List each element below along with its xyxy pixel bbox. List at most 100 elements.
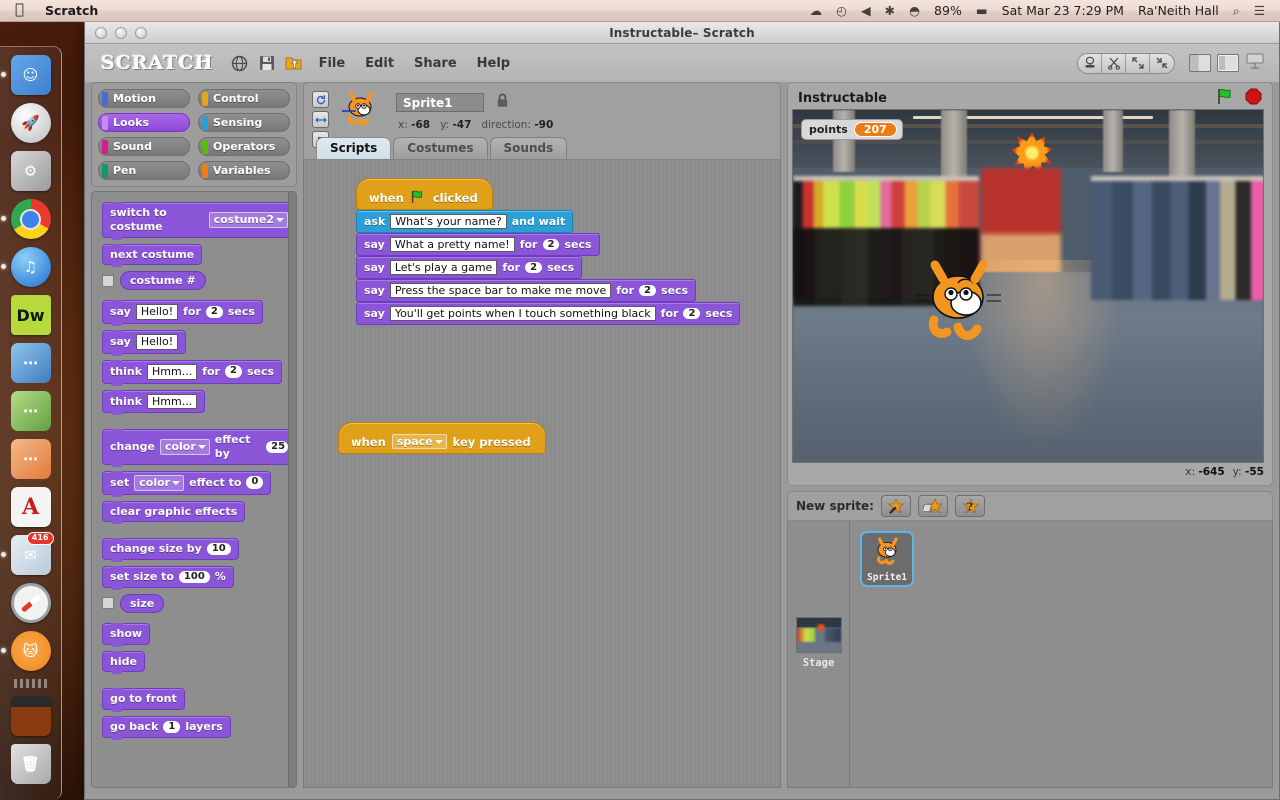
number-input[interactable]: 100 (178, 570, 210, 584)
flip-icon[interactable] (312, 111, 329, 128)
category-variables[interactable]: Variables (198, 161, 290, 180)
dock-item-itunes[interactable]: ♫ (0, 245, 53, 289)
presentation-mode[interactable] (1245, 52, 1265, 74)
menubar-clock[interactable]: Sat Mar 23 7:29 PM (995, 0, 1131, 22)
number-input[interactable]: 2 (225, 365, 242, 378)
category-pen[interactable]: Pen (98, 161, 190, 180)
dropdown-input[interactable]: color (159, 439, 210, 455)
palette-block[interactable]: say Hello! (102, 330, 187, 356)
palette-block[interactable]: go to front (102, 688, 185, 712)
green-flag-script[interactable]: when clicked ask What's your name? and wait s… (356, 178, 741, 325)
tab-sounds[interactable]: Sounds (489, 137, 568, 159)
hat-block[interactable]: when clicked (356, 178, 493, 210)
dock-item-mail[interactable]: ✉ 416 (0, 532, 54, 577)
number-input[interactable]: 1 (163, 720, 181, 734)
script-block[interactable]: ask What's your name? and wait (356, 210, 574, 233)
dock-item-safari[interactable] (9, 581, 53, 625)
text-input[interactable]: What a pretty name! (389, 237, 515, 252)
dropdown-input[interactable]: costume2 (208, 211, 288, 228)
palette-block[interactable]: size (120, 593, 165, 613)
category-control[interactable]: Control (198, 89, 290, 108)
palette-block[interactable]: set size to 100% (102, 566, 234, 590)
globe-icon[interactable] (228, 52, 252, 74)
number-input[interactable]: 2 (542, 239, 560, 250)
number-input[interactable]: 2 (525, 262, 543, 273)
text-input[interactable]: Hello! (135, 334, 179, 350)
dock-item-launchpad[interactable]: 🚀 (9, 101, 53, 145)
palette-block[interactable]: hide (102, 650, 145, 674)
battery-icon[interactable]: ▬ (969, 0, 995, 22)
save-icon[interactable] (255, 52, 279, 74)
open-project-icon[interactable] (282, 52, 306, 74)
text-input[interactable]: Press the space bar to make me move (389, 283, 612, 298)
text-input[interactable]: Hello! (135, 304, 179, 320)
import-sprite-button[interactable] (917, 495, 948, 517)
normal-stage-view[interactable] (1217, 54, 1239, 72)
category-motion[interactable]: Motion (98, 89, 190, 108)
hat-block[interactable]: when space key pressed (338, 422, 546, 454)
script-block[interactable]: say What a pretty name! for 2 secs (356, 233, 600, 256)
scissors-icon[interactable] (1102, 53, 1126, 73)
rotate-icon[interactable] (312, 91, 329, 108)
number-input[interactable]: 25 (266, 440, 288, 454)
green-flag-icon[interactable] (1216, 88, 1236, 109)
grow-icon[interactable] (1126, 53, 1150, 73)
palette-block[interactable]: go back 1 layers (102, 716, 231, 740)
menu-share[interactable]: Share (404, 56, 467, 71)
number-input[interactable]: 2 (205, 305, 223, 319)
stage-selector[interactable]: Stage (788, 521, 850, 787)
sprite-name-input[interactable]: Sprite1 (396, 93, 484, 112)
dock-item-finder[interactable]: ☺ (0, 53, 53, 97)
battery-percent[interactable]: 89% (927, 0, 969, 22)
palette-block[interactable]: clear graphic effects (102, 500, 246, 524)
palette-block[interactable]: say Hello! for 2 secs (102, 300, 263, 326)
lock-icon[interactable] (496, 93, 509, 112)
menubar-app-name[interactable]: Scratch (35, 3, 108, 18)
menu-help[interactable]: Help (467, 56, 520, 71)
dock-item-scratch[interactable]: 🐱 (0, 629, 53, 673)
menu-file[interactable]: File (309, 56, 356, 71)
menu-edit[interactable]: Edit (355, 56, 404, 71)
variable-watcher-points[interactable]: points 207 (801, 119, 903, 140)
window-titlebar[interactable]: Instructable– Scratch (85, 22, 1279, 44)
dock-item-downloads[interactable] (9, 694, 53, 738)
surprise-sprite-button[interactable]: ? (954, 495, 985, 517)
dock-item-excel[interactable]: ⋯ (9, 389, 53, 433)
palette-block[interactable]: switch to costume costume2 (102, 202, 296, 239)
script-block[interactable]: say Let's play a game for 2 secs (356, 256, 583, 279)
palette-block[interactable]: think Hmm... (102, 389, 206, 415)
sprite-tile-sprite1[interactable]: Sprite1 (860, 531, 914, 587)
text-input[interactable]: What's your name? (390, 214, 507, 229)
dropdown-input[interactable]: space (391, 434, 447, 449)
menubar-user-name[interactable]: Ra'Neith Hall (1131, 0, 1226, 22)
dock-item-acrobat[interactable]: A (9, 485, 53, 529)
volume-icon[interactable]: ◀ (854, 0, 878, 22)
watcher-checkbox[interactable] (102, 274, 114, 287)
bluetooth-icon[interactable]: ✱ (878, 0, 902, 22)
dock-item-chrome[interactable] (0, 197, 53, 241)
text-input[interactable]: You'll get points when I touch something… (389, 306, 656, 321)
category-sensing[interactable]: Sensing (198, 113, 290, 132)
paint-new-sprite-button[interactable] (880, 495, 911, 517)
timemachine-icon[interactable]: ◴ (829, 0, 854, 22)
apple-icon[interactable]:  (10, 2, 35, 19)
zoom-button[interactable] (135, 26, 147, 39)
script-block[interactable]: say Press the space bar to make me move fo… (356, 279, 697, 302)
shrink-icon[interactable] (1150, 54, 1174, 73)
category-operators[interactable]: Operators (198, 137, 290, 156)
number-input[interactable]: 10 (206, 542, 231, 556)
text-input[interactable]: Let's play a game (389, 260, 498, 275)
stamp-icon[interactable] (1078, 53, 1102, 73)
dropdown-input[interactable]: color (134, 474, 185, 491)
text-input[interactable]: Hmm... (147, 363, 198, 380)
close-button[interactable] (95, 26, 107, 39)
wifi-icon[interactable]: ◓ (902, 0, 927, 22)
palette-block[interactable]: costume # (120, 271, 206, 291)
palette-block[interactable]: change size by 10 (102, 538, 239, 562)
script-block[interactable]: say You'll get points when I touch someth… (356, 302, 741, 325)
text-input[interactable]: Hmm... (147, 393, 198, 410)
minimize-button[interactable] (115, 26, 127, 39)
tab-scripts[interactable]: Scripts (316, 137, 392, 159)
number-input[interactable]: 2 (683, 308, 701, 319)
palette-scrollbar[interactable] (288, 192, 296, 787)
